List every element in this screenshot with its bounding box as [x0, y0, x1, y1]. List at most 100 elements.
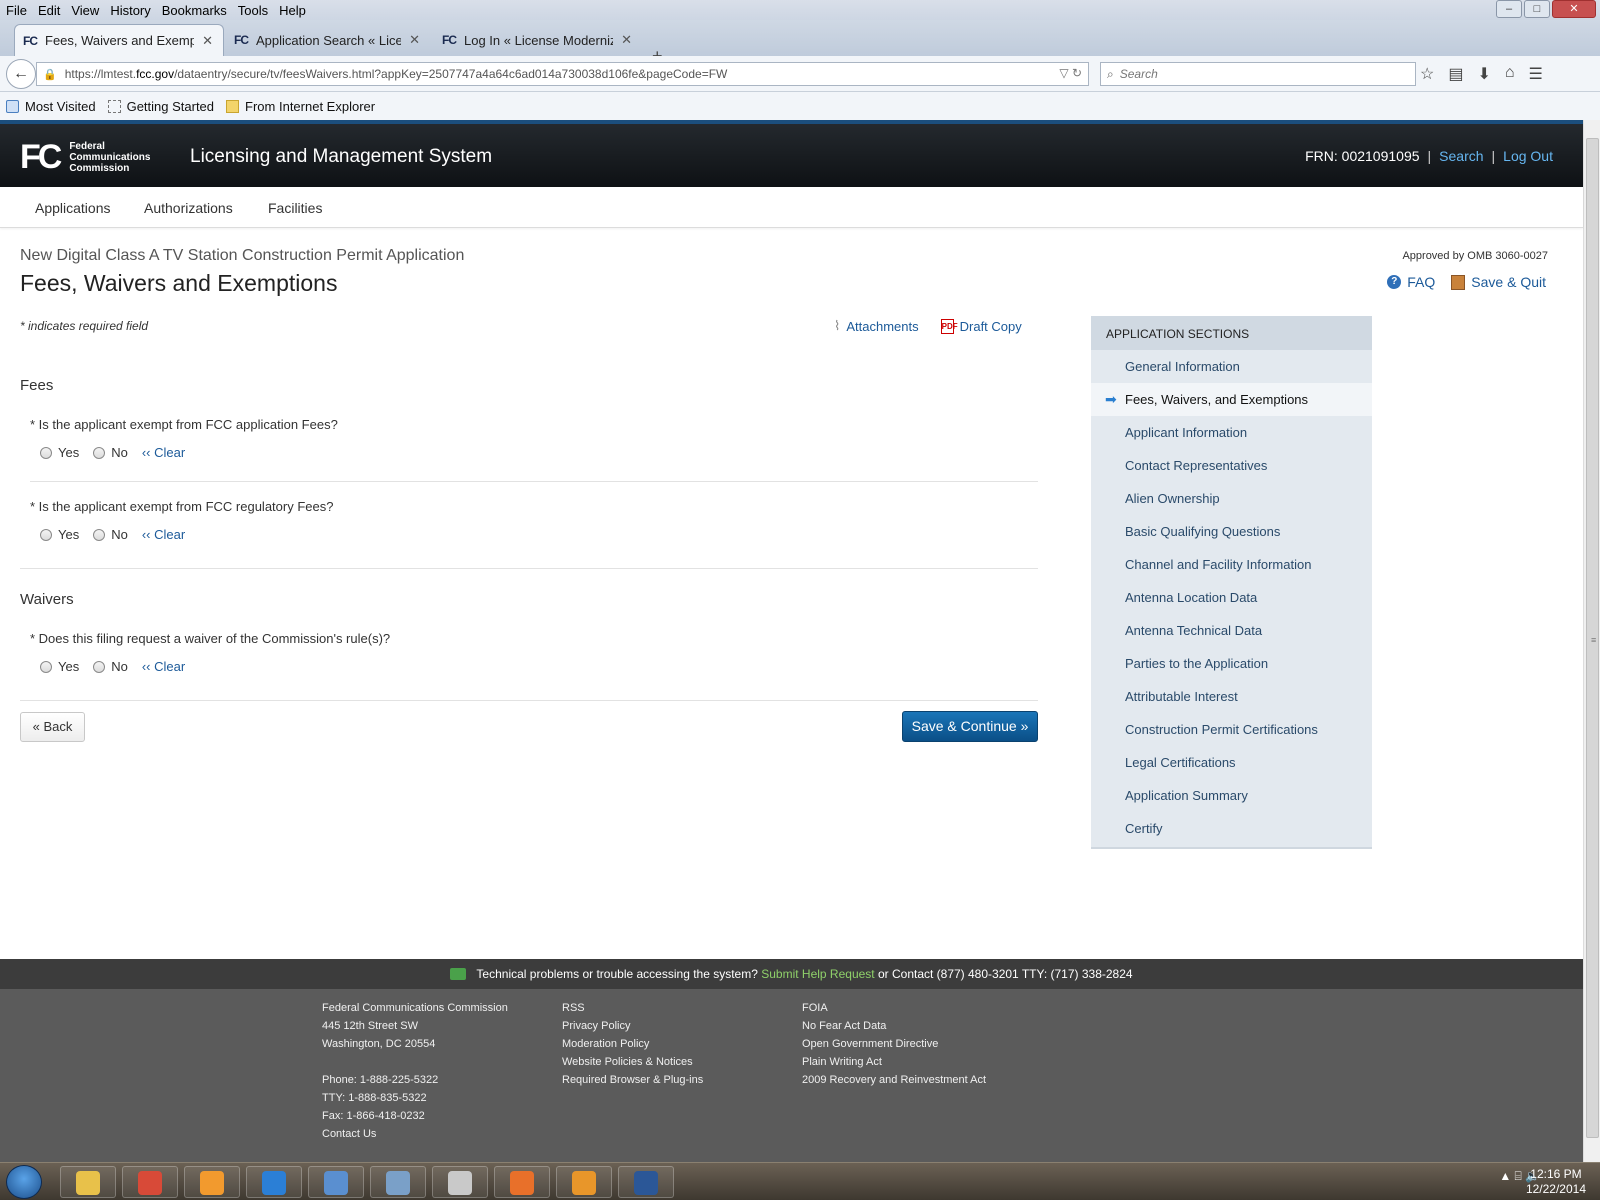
- radio-yes[interactable]: [40, 528, 52, 541]
- url-prefix: https://lmtest.: [64, 67, 137, 81]
- reload-icon[interactable]: ▽ ↻: [1059, 66, 1082, 80]
- footer-help-bar: Technical problems or trouble accessing …: [0, 959, 1583, 989]
- radio-label: No: [111, 659, 128, 674]
- footer-open-gov-link[interactable]: Open Government Directive: [802, 1035, 986, 1053]
- section-alien-ownership[interactable]: Alien Ownership: [1091, 482, 1372, 515]
- footer-moderation-link[interactable]: Moderation Policy: [562, 1035, 703, 1053]
- tab-close-icon[interactable]: ✕: [621, 32, 632, 48]
- file-explorer-icon[interactable]: [60, 1166, 116, 1198]
- media-player-icon[interactable]: [184, 1166, 240, 1198]
- arrow-right-icon: ➡: [1105, 391, 1117, 407]
- footer-recovery-act-link[interactable]: 2009 Recovery and Reinvestment Act: [802, 1071, 986, 1089]
- nav-facilities[interactable]: Facilities: [268, 200, 322, 216]
- hamburger-menu-icon[interactable]: ☰: [1529, 64, 1543, 84]
- section-antenna-location-data[interactable]: Antenna Location Data: [1091, 581, 1372, 614]
- chrome-icon[interactable]: [122, 1166, 178, 1198]
- home-icon[interactable]: ⌂: [1505, 64, 1515, 84]
- reading-list-icon[interactable]: ▤: [1448, 64, 1463, 84]
- section-application-summary[interactable]: Application Summary: [1091, 779, 1372, 812]
- scrollbar-thumb[interactable]: ≡: [1586, 138, 1599, 1138]
- section-construction-permit-certifications[interactable]: Construction Permit Certifications: [1091, 713, 1372, 746]
- radio-group-regulatory-fees: Yes No ‹‹ Clear: [40, 527, 185, 542]
- clear-link[interactable]: ‹‹ Clear: [142, 659, 185, 674]
- url-bar[interactable]: 🔒 https://lmtest. fcc.gov/dataentry/secur…: [36, 62, 1089, 86]
- close-window-button[interactable]: ✕: [1552, 0, 1596, 18]
- attachments-link[interactable]: ⌇ Attachments: [834, 318, 919, 334]
- menu-view[interactable]: View: [66, 3, 104, 18]
- bookmark-most-visited[interactable]: Most Visited: [6, 99, 96, 114]
- bookmark-getting-started[interactable]: Getting Started: [107, 99, 214, 114]
- menu-edit[interactable]: Edit: [33, 3, 65, 18]
- save-continue-button[interactable]: Save & Continue »: [902, 711, 1038, 742]
- tab-title: Log In « License Moderniza...: [464, 32, 613, 48]
- network-icon[interactable]: [308, 1166, 364, 1198]
- browser-tab-login[interactable]: FC Log In « License Moderniza... ✕: [434, 24, 642, 56]
- bookmark-from-ie[interactable]: From Internet Explorer: [226, 99, 375, 114]
- word-icon[interactable]: [618, 1166, 674, 1198]
- footer-privacy-link[interactable]: Privacy Policy: [562, 1017, 703, 1035]
- logout-link[interactable]: Log Out: [1503, 148, 1553, 164]
- section-applicant-information[interactable]: Applicant Information: [1091, 416, 1372, 449]
- radio-yes[interactable]: [40, 446, 52, 459]
- clear-link[interactable]: ‹‹ Clear: [142, 445, 185, 460]
- section-fees-waivers-exemptions[interactable]: ➡ Fees, Waivers, and Exemptions: [1091, 383, 1372, 416]
- section-attributable-interest[interactable]: Attributable Interest: [1091, 680, 1372, 713]
- section-basic-qualifying-questions[interactable]: Basic Qualifying Questions: [1091, 515, 1372, 548]
- footer-rss-link[interactable]: RSS: [562, 999, 703, 1017]
- section-contact-representatives[interactable]: Contact Representatives: [1091, 449, 1372, 482]
- browser-search-input[interactable]: ⌕ Search: [1100, 62, 1416, 86]
- menu-bookmarks[interactable]: Bookmarks: [157, 3, 232, 18]
- menu-history[interactable]: History: [105, 3, 155, 18]
- footer-required-browser-link[interactable]: Required Browser & Plug-ins: [562, 1071, 703, 1089]
- menu-tools[interactable]: Tools: [233, 3, 273, 18]
- agency-line: Communications: [69, 151, 151, 163]
- clear-link[interactable]: ‹‹ Clear: [142, 527, 185, 542]
- footer-website-policies-link[interactable]: Website Policies & Notices: [562, 1053, 703, 1071]
- tab-close-icon[interactable]: ✕: [202, 33, 213, 49]
- remote-desktop-icon[interactable]: [370, 1166, 426, 1198]
- radio-no[interactable]: [93, 446, 106, 459]
- vertical-scrollbar[interactable]: ≡: [1583, 120, 1600, 1162]
- section-legal-certifications[interactable]: Legal Certifications: [1091, 746, 1372, 779]
- radio-yes[interactable]: [40, 660, 52, 673]
- radio-no[interactable]: [93, 528, 106, 541]
- back-button[interactable]: « Back: [20, 712, 85, 742]
- nav-authorizations[interactable]: Authorizations: [144, 200, 233, 216]
- internet-explorer-icon[interactable]: [246, 1166, 302, 1198]
- section-parties-to-application[interactable]: Parties to the Application: [1091, 647, 1372, 680]
- section-certify[interactable]: Certify: [1091, 812, 1372, 845]
- browser-back-button[interactable]: ←: [6, 59, 36, 89]
- downloads-icon[interactable]: ⬇: [1477, 64, 1490, 84]
- minimize-button[interactable]: –: [1496, 0, 1522, 18]
- phone-icon[interactable]: [432, 1166, 488, 1198]
- maximize-button[interactable]: □: [1524, 0, 1550, 18]
- save-quit-label: Save & Quit: [1471, 274, 1546, 290]
- section-general-information[interactable]: General Information: [1091, 350, 1372, 383]
- browser-tab-fees[interactable]: FC Fees, Waivers and Exempti... ✕: [14, 24, 224, 56]
- menu-help[interactable]: Help: [274, 3, 311, 18]
- section-antenna-technical-data[interactable]: Antenna Technical Data: [1091, 614, 1372, 647]
- fcc-logo[interactable]: FC Federal Communications Commission: [20, 140, 150, 174]
- taskbar-clock[interactable]: 12:16 PM 12/22/2014: [1526, 1167, 1586, 1197]
- faq-link[interactable]: ? FAQ: [1387, 274, 1435, 290]
- footer-plain-writing-link[interactable]: Plain Writing Act: [802, 1053, 986, 1071]
- footer-contact-us-link[interactable]: Contact Us: [322, 1125, 508, 1143]
- save-quit-link[interactable]: Save & Quit: [1451, 274, 1546, 290]
- footer-no-fear-link[interactable]: No Fear Act Data: [802, 1017, 986, 1035]
- firefox-icon[interactable]: [494, 1166, 550, 1198]
- radio-no[interactable]: [93, 660, 106, 673]
- menu-file[interactable]: File: [1, 3, 32, 18]
- footer-foia-link[interactable]: FOIA: [802, 999, 986, 1017]
- outlook-icon[interactable]: [556, 1166, 612, 1198]
- browser-tab-application-search[interactable]: FC Application Search « Licen... ✕: [226, 24, 430, 56]
- windows-start-icon[interactable]: [6, 1165, 42, 1199]
- footer-org-name: Federal Communications Commission: [322, 1002, 508, 1014]
- tab-close-icon[interactable]: ✕: [409, 32, 420, 48]
- nav-applications[interactable]: Applications: [35, 200, 111, 216]
- radio-group-waiver: Yes No ‹‹ Clear: [40, 659, 185, 674]
- bookmark-star-icon[interactable]: ☆: [1420, 64, 1434, 84]
- submit-help-request-link[interactable]: Submit Help Request: [761, 967, 874, 981]
- draft-copy-link[interactable]: PDF Draft Copy: [940, 318, 1022, 334]
- section-channel-facility-information[interactable]: Channel and Facility Information: [1091, 548, 1372, 581]
- header-search-link[interactable]: Search: [1439, 148, 1483, 164]
